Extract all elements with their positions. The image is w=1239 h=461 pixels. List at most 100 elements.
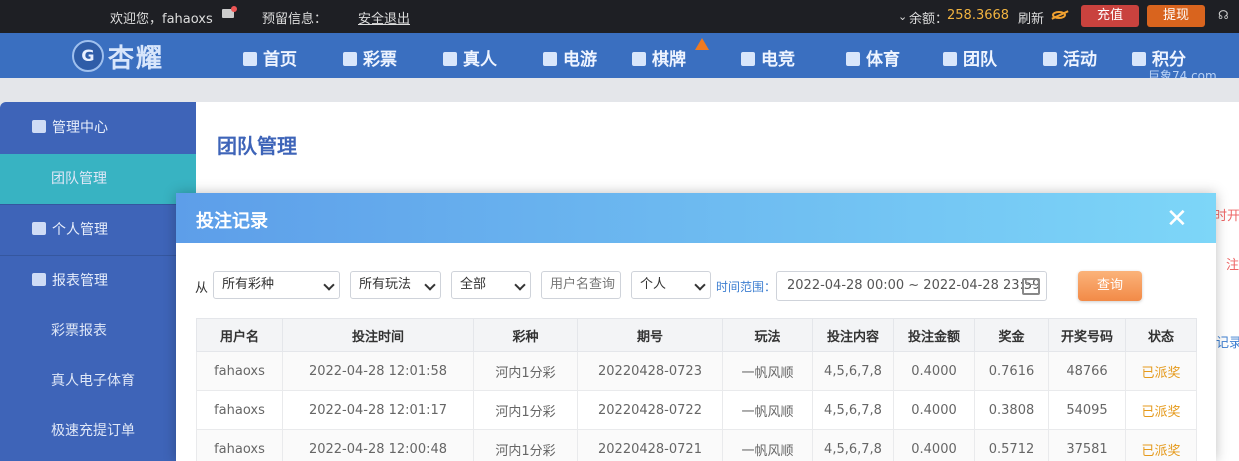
right-fragment: 时开 bbox=[1214, 209, 1239, 224]
logo[interactable]: G 杏耀 bbox=[72, 36, 164, 76]
nav-item-activity[interactable]: 活动 bbox=[1043, 45, 1097, 70]
cell-content: 4,5,6,7,8 bbox=[812, 390, 894, 430]
logo-emblem-icon: G bbox=[72, 40, 104, 72]
person-icon bbox=[443, 52, 457, 66]
team-icon bbox=[943, 52, 957, 66]
table-row[interactable]: fahaoxs 2022-04-28 12:01:17 河内1分彩 202204… bbox=[196, 390, 1197, 430]
cell-play: 一帆风顺 bbox=[722, 351, 813, 391]
welcome-text: 欢迎您，fahaoxs bbox=[110, 12, 213, 27]
nav-item-esports[interactable]: 电竞 bbox=[741, 45, 795, 70]
nav-item-live[interactable]: 真人 bbox=[443, 45, 497, 70]
ticket-icon bbox=[343, 52, 357, 66]
play-select[interactable]: 所有玩法 bbox=[350, 271, 441, 299]
nav-item-sports[interactable]: 体育 bbox=[846, 45, 900, 70]
cell-draw-number: 54095 bbox=[1048, 390, 1126, 430]
chevron-down-icon bbox=[323, 279, 335, 291]
nav-item-lottery[interactable]: 彩票 bbox=[343, 45, 397, 70]
gift-icon bbox=[1043, 52, 1057, 66]
cell-issue: 20220428-0722 bbox=[577, 390, 723, 430]
hot-badge-icon bbox=[695, 38, 709, 50]
modal-title: 投注记录 bbox=[196, 211, 268, 232]
cell-draw-number: 48766 bbox=[1048, 351, 1126, 391]
close-icon[interactable]: ✕ bbox=[1166, 204, 1188, 234]
column-header: 用户名 bbox=[196, 318, 283, 352]
table-row[interactable]: fahaoxs 2022-04-28 12:00:48 河内1分彩 202204… bbox=[196, 429, 1197, 461]
cell-username: fahaoxs bbox=[196, 429, 283, 461]
cell-issue: 20220428-0721 bbox=[577, 429, 723, 461]
cell-issue: 20220428-0723 bbox=[577, 351, 723, 391]
column-header: 状态 bbox=[1125, 318, 1197, 352]
user-icon bbox=[32, 222, 46, 235]
cell-lottery: 河内1分彩 bbox=[473, 351, 578, 391]
column-header: 开奖号码 bbox=[1048, 318, 1126, 352]
logout-link[interactable]: 安全退出 bbox=[358, 8, 410, 27]
chevron-down-icon bbox=[424, 279, 436, 291]
column-header: 奖金 bbox=[974, 318, 1049, 352]
search-button[interactable]: 查询 bbox=[1078, 271, 1142, 301]
logo-text: 杏耀 bbox=[108, 43, 165, 74]
column-header: 彩种 bbox=[473, 318, 578, 352]
cell-bet-time: 2022-04-28 12:00:48 bbox=[282, 429, 474, 461]
chevron-down-icon bbox=[694, 279, 706, 291]
bet-records-modal: 投注记录 ✕ 从 所有彩种 所有玩法 全部 用户名查询 个人 时间范围： 202… bbox=[176, 193, 1216, 461]
column-header: 期号 bbox=[577, 318, 723, 352]
chevron-down-icon[interactable]: ⌄ bbox=[898, 10, 907, 23]
lottery-select[interactable]: 所有彩种 bbox=[213, 271, 340, 299]
cell-bet-time: 2022-04-28 12:01:58 bbox=[282, 351, 474, 391]
mail-icon[interactable] bbox=[222, 6, 237, 18]
users-icon bbox=[32, 120, 46, 133]
sidebar-group-management[interactable]: 管理中心 bbox=[0, 112, 196, 152]
headset-icon[interactable]: ☊ bbox=[1218, 8, 1229, 22]
withdraw-button[interactable]: 提现 bbox=[1147, 5, 1205, 27]
coin-icon bbox=[1132, 52, 1146, 66]
right-fragment: 记录 bbox=[1216, 336, 1239, 351]
cell-draw-number: 37581 bbox=[1048, 429, 1126, 461]
cell-prize: 0.3808 bbox=[974, 390, 1049, 430]
sidebar-item-fast-orders[interactable]: 极速充提订单 bbox=[0, 406, 196, 456]
calendar-icon[interactable] bbox=[1022, 278, 1040, 295]
column-header: 投注时间 bbox=[282, 318, 474, 352]
sidebar-group-reports[interactable]: 报表管理 bbox=[0, 256, 196, 306]
right-fragment: 注 bbox=[1226, 258, 1239, 273]
cell-username: fahaoxs bbox=[196, 351, 283, 391]
column-header: 投注内容 bbox=[812, 318, 894, 352]
cell-status: 已派奖 bbox=[1125, 351, 1197, 391]
balance-label: 余额： bbox=[909, 12, 949, 27]
page-title: 团队管理 bbox=[217, 134, 297, 158]
main-nav: G 杏耀 首页 彩票 真人 电游 棋牌 电竞 体育 团队 活动 积分 巨象74.… bbox=[0, 33, 1239, 83]
sidebar-group-personal[interactable]: 个人管理 bbox=[0, 205, 196, 255]
nav-item-cards[interactable]: 棋牌 bbox=[632, 45, 686, 70]
cell-content: 4,5,6,7,8 bbox=[812, 429, 894, 461]
slot-machine-icon bbox=[543, 52, 557, 66]
top-bar: 欢迎您，fahaoxs 预留信息： 安全退出 ⌄ 余额： 258.3668 刷新… bbox=[0, 0, 1239, 33]
scope-select[interactable]: 个人 bbox=[631, 271, 711, 299]
cell-play: 一帆风顺 bbox=[722, 390, 813, 430]
status-select[interactable]: 全部 bbox=[451, 271, 531, 299]
balance-value: 258.3668 bbox=[947, 8, 1010, 23]
sidebar-item-team-management[interactable]: 团队管理 bbox=[0, 154, 196, 204]
bet-records-table: 用户名 投注时间 彩种 期号 玩法 投注内容 投注金额 奖金 开奖号码 状态 f… bbox=[196, 318, 1197, 461]
nav-item-team[interactable]: 团队 bbox=[943, 45, 997, 70]
modal-header: 投注记录 ✕ bbox=[176, 193, 1216, 243]
card-icon bbox=[632, 52, 646, 66]
cell-play: 一帆风顺 bbox=[722, 429, 813, 461]
cell-amount: 0.4000 bbox=[893, 429, 975, 461]
nav-item-slots[interactable]: 电游 bbox=[543, 45, 597, 70]
table-header-row: 用户名 投注时间 彩种 期号 玩法 投注内容 投注金额 奖金 开奖号码 状态 bbox=[196, 318, 1197, 352]
hide-balance-icon[interactable] bbox=[1052, 11, 1066, 19]
sidebar-item-live-report[interactable]: 真人电子体育 bbox=[0, 356, 196, 406]
trophy-icon bbox=[846, 52, 860, 66]
chevron-down-icon bbox=[514, 279, 526, 291]
gamepad-icon bbox=[741, 52, 755, 66]
table-row[interactable]: fahaoxs 2022-04-28 12:01:58 河内1分彩 202204… bbox=[196, 351, 1197, 391]
cell-amount: 0.4000 bbox=[893, 351, 975, 391]
cell-lottery: 河内1分彩 bbox=[473, 429, 578, 461]
nav-item-home[interactable]: 首页 bbox=[243, 45, 297, 70]
username-input[interactable]: 用户名查询 bbox=[541, 271, 621, 299]
refresh-link[interactable]: 刷新 bbox=[1018, 8, 1044, 27]
notice-label: 预留信息： bbox=[262, 12, 328, 27]
cell-lottery: 河内1分彩 bbox=[473, 390, 578, 430]
sidebar-item-lottery-report[interactable]: 彩票报表 bbox=[0, 306, 196, 356]
date-range-input[interactable]: 2022-04-28 00:00 ~ 2022-04-28 23:59 bbox=[776, 271, 1047, 301]
recharge-button[interactable]: 充值 bbox=[1081, 5, 1139, 27]
